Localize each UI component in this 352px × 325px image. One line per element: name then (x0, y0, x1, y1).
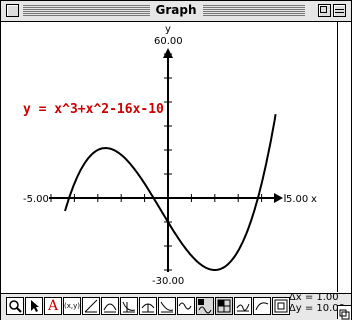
x-axis-name: x (311, 194, 317, 205)
point-tool-icon[interactable]: (x,y) (63, 297, 81, 315)
vertical-scrollbar[interactable] (337, 22, 351, 292)
table-tool-icon[interactable] (215, 297, 233, 315)
area-tool-icon[interactable] (158, 297, 176, 315)
arrow-tool-icon[interactable] (25, 297, 43, 315)
window-title: Graph (149, 3, 203, 17)
wave-tool-icon[interactable] (196, 297, 214, 315)
curve-tool-icon[interactable] (253, 297, 271, 315)
y-axis-arrow (163, 48, 173, 58)
y-max-label: 60.00 (154, 36, 183, 47)
axes-tool-icon[interactable] (234, 297, 252, 315)
title-bar[interactable]: Graph (1, 1, 351, 22)
equation-label[interactable]: y = x^3+x^2-16x-10 (23, 102, 164, 117)
graph-window: Graph y 60.00 -5.00 5.00 x -30.00 y = x^… (0, 0, 352, 320)
derivative-tool-icon[interactable] (120, 297, 138, 315)
graph-tool-icon[interactable] (272, 297, 290, 315)
line-tool-icon[interactable] (82, 297, 100, 315)
resize-handle[interactable] (337, 305, 351, 320)
tool-palette: A (x,y) Δx = 1.00 Δy = 10.00 (1, 292, 351, 320)
graph-plot-area[interactable]: y 60.00 -5.00 5.00 x -30.00 y = x^3+x^2-… (1, 22, 339, 292)
zoom-tool-icon[interactable] (6, 297, 24, 315)
integral-tool-icon[interactable] (139, 297, 157, 315)
tangent-tool-icon[interactable] (101, 297, 119, 315)
y-axis-name: y (165, 24, 171, 35)
y-min-label: -30.00 (152, 276, 184, 287)
delta-x-readout: Δx = 1.00 (288, 292, 339, 303)
graph-plot: y 60.00 -5.00 5.00 x -30.00 y = x^3+x^2-… (23, 24, 317, 287)
text-tool-icon[interactable]: A (44, 297, 62, 315)
function-curve[interactable] (64, 114, 277, 271)
x-min-label: -5.00 (23, 194, 49, 205)
zoom-box[interactable] (318, 4, 331, 17)
x-axis-arrow (274, 193, 283, 203)
collapse-box[interactable] (333, 4, 346, 17)
x-max-label: 5.00 (286, 194, 308, 205)
sine-tool-icon[interactable] (177, 297, 195, 315)
